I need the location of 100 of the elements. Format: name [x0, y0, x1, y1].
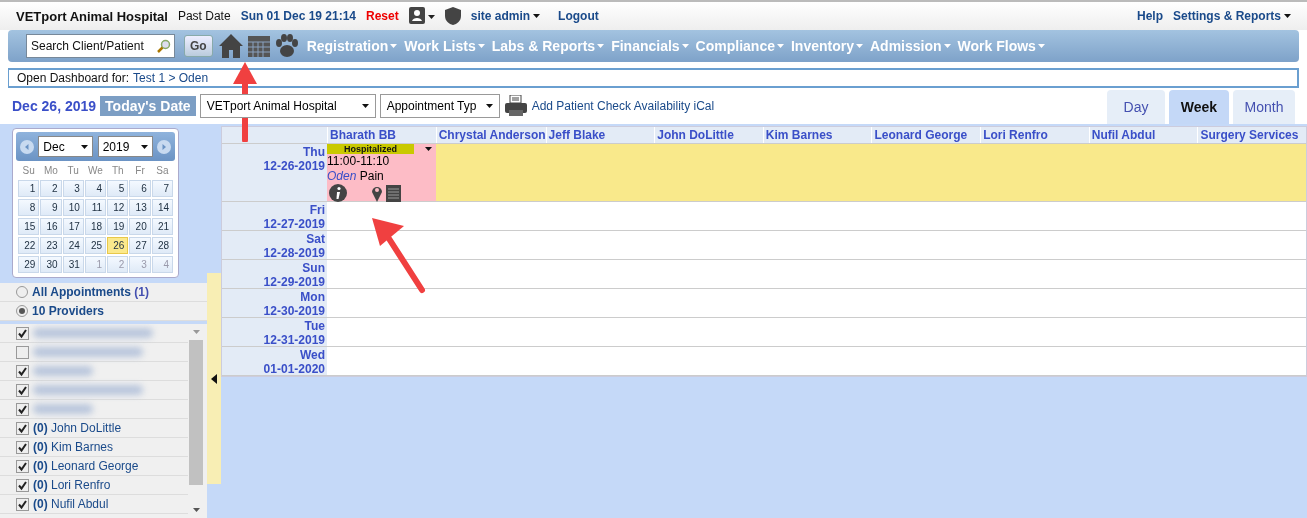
provider-column-header: Lori Renfro	[980, 127, 1089, 143]
checkbox[interactable]	[16, 459, 29, 473]
calendar-day[interactable]: 21	[151, 218, 173, 235]
calendar-day[interactable]: 27	[129, 237, 151, 254]
day-label: Tue	[304, 319, 325, 333]
info-icon[interactable]	[329, 184, 347, 202]
provider-column-header: Chrystal Anderson	[435, 127, 546, 143]
logout-link[interactable]: Logout	[558, 9, 599, 23]
printer-icon[interactable]	[503, 95, 528, 117]
calendar-day[interactable]: 12	[107, 199, 129, 216]
calendar-day[interactable]: 23	[40, 237, 62, 254]
calendar-day[interactable]: 14	[151, 199, 173, 216]
checkbox[interactable]	[16, 402, 29, 416]
radio-button[interactable]	[16, 305, 28, 317]
paw-icon[interactable]	[273, 34, 300, 58]
calendar-day[interactable]: 4	[84, 180, 107, 197]
calendar-day[interactable]: 22	[18, 237, 40, 254]
month-select[interactable]: Dec	[38, 136, 94, 157]
calendar-day[interactable]: 24	[62, 237, 84, 254]
provider-item[interactable]: (0) Nufil Abdul	[33, 497, 109, 511]
calendar-day[interactable]: 9	[40, 199, 62, 216]
calendar-day[interactable]: 10	[62, 199, 84, 216]
blurred-text	[33, 366, 93, 376]
location-pin-icon[interactable]	[371, 184, 383, 202]
filter-label[interactable]: All Appointments (1)	[32, 285, 149, 299]
user-menu[interactable]: site admin	[470, 9, 541, 23]
checkbox[interactable]	[16, 478, 29, 492]
caret-icon	[681, 44, 689, 48]
date-label: 12-28-2019	[263, 246, 325, 260]
calendar-day[interactable]: 3	[62, 180, 84, 197]
collapse-icon[interactable]	[211, 373, 217, 384]
checkbox[interactable]	[16, 345, 29, 359]
calendar-day[interactable]: 5	[107, 180, 129, 197]
calendar-day[interactable]: 1	[18, 180, 40, 197]
calendar-day[interactable]: 29	[18, 256, 40, 273]
calendar-day[interactable]: 19	[107, 218, 129, 235]
shield-icon	[444, 7, 461, 25]
calendar-day[interactable]: 31	[62, 256, 84, 273]
checkbox[interactable]	[16, 421, 29, 435]
checkbox[interactable]	[16, 364, 29, 378]
provider-item[interactable]: (0) Kim Barnes	[33, 440, 114, 454]
calendar-day[interactable]: 25	[84, 237, 107, 254]
caret-icon	[533, 14, 541, 18]
calendar-day[interactable]: 15	[18, 218, 40, 235]
checkbox[interactable]	[16, 326, 29, 340]
go-button[interactable]: Go	[184, 35, 213, 57]
calendar-day[interactable]: 18	[84, 218, 107, 235]
status-tag: Hospitalized	[327, 144, 414, 154]
checkbox[interactable]	[16, 497, 29, 511]
dashboard-path[interactable]: Test 1 > Oden	[133, 71, 209, 85]
add-patient-links[interactable]: Add Patient Check Availability iCal	[531, 99, 715, 113]
caret-icon	[81, 144, 89, 149]
caret-icon	[192, 508, 200, 512]
provider-column-header: Leonard George	[871, 127, 981, 143]
search-icon	[157, 39, 171, 53]
calendar-day[interactable]: 16	[40, 218, 62, 235]
caret-icon	[477, 44, 485, 48]
view-tab[interactable]: Week	[1169, 90, 1229, 124]
radio-button[interactable]	[16, 286, 28, 298]
home-icon[interactable]	[217, 33, 244, 59]
provider-column-header: John DoLittle	[654, 127, 763, 143]
calendar-day[interactable]: 20	[129, 218, 151, 235]
calendar-icon[interactable]	[246, 34, 271, 58]
calendar-day[interactable]: 30	[40, 256, 62, 273]
calendar-day[interactable]: 28	[151, 237, 173, 254]
search-field[interactable]: Search Client/Patient	[26, 34, 175, 58]
appointment-card[interactable]: Hospitalized 11:00-11:10 Oden Pain	[327, 144, 436, 201]
view-tab[interactable]: Day	[1107, 90, 1165, 124]
calendar-day[interactable]: 6	[129, 180, 151, 197]
calendar-day[interactable]: 2	[40, 180, 62, 197]
location-select[interactable]: VETport Animal Hospital	[199, 94, 376, 118]
settings-menu[interactable]: Settings & Reports	[1173, 9, 1291, 23]
provider-column-header: Jeff Blake	[545, 127, 655, 143]
day-label: Wed	[299, 348, 325, 362]
year-select[interactable]: 2019	[97, 136, 153, 157]
weekday-label: Th	[110, 164, 125, 178]
notes-icon[interactable]	[386, 184, 401, 202]
calendar-day[interactable]: 11	[84, 199, 107, 216]
caret-icon	[485, 104, 493, 108]
checkbox[interactable]	[16, 383, 29, 397]
calendar-day[interactable]: 26	[107, 237, 129, 254]
calendar-day[interactable]: 7	[151, 180, 173, 197]
app-name: VETport Animal Hospital	[16, 8, 168, 24]
checkbox[interactable]	[16, 440, 29, 454]
day-label: Mon	[300, 290, 325, 304]
help-link[interactable]: Help	[1136, 9, 1163, 23]
provider-item[interactable]: (0) John DoLittle	[33, 421, 122, 435]
user-badge-icon[interactable]	[408, 7, 435, 25]
filter-label[interactable]: 10 Providers	[32, 304, 105, 318]
calendar-day[interactable]: 8	[18, 199, 40, 216]
provider-item[interactable]: (0) Leonard George	[33, 459, 139, 473]
calendar-day[interactable]: 13	[129, 199, 151, 216]
calendar-day[interactable]: 17	[62, 218, 84, 235]
reset-link[interactable]: Reset	[366, 9, 399, 23]
blurred-text	[33, 404, 93, 414]
provider-item[interactable]: (0) Lori Renfro	[33, 478, 111, 492]
date-label: 12-27-2019	[263, 217, 325, 231]
caret-icon	[776, 44, 784, 48]
appointment-type-select[interactable]: Appointment Typ	[379, 94, 500, 118]
view-tab[interactable]: Month	[1233, 90, 1295, 124]
